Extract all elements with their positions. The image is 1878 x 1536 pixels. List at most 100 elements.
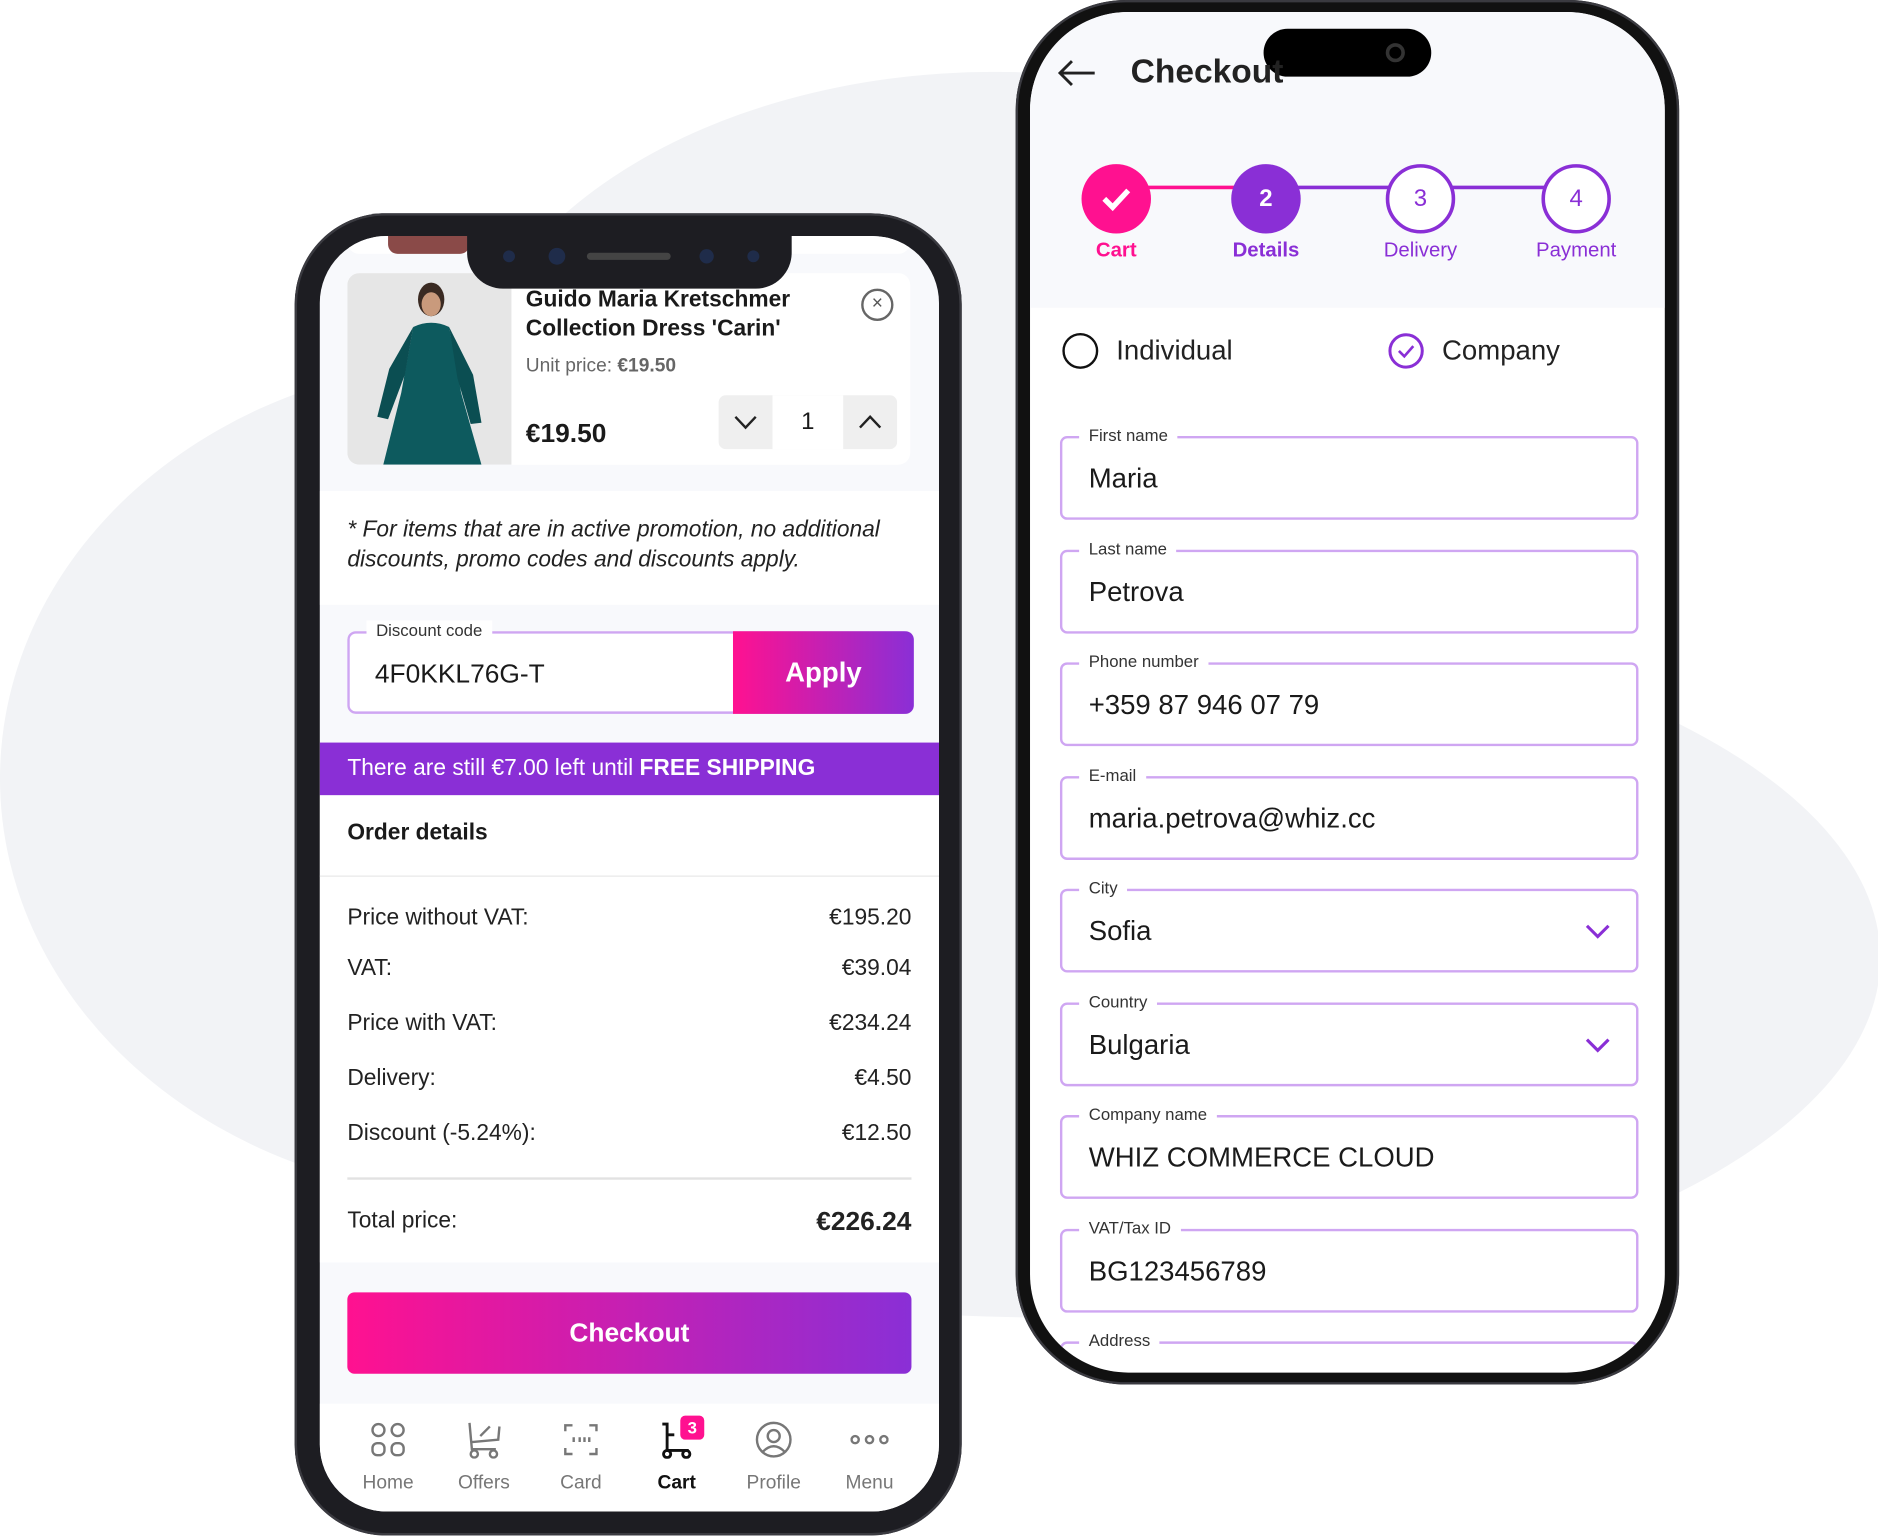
- nav-cart[interactable]: 3 Cart: [629, 1404, 725, 1512]
- phone-notch: [467, 235, 792, 289]
- banner-text: There are still €7.00 left until: [347, 755, 640, 781]
- discount-code-field[interactable]: Discount code 4F0KKL76G-T Apply: [347, 620, 914, 714]
- vat-id-input[interactable]: BG123456789: [1089, 1255, 1267, 1287]
- discount-code-input[interactable]: 4F0KKL76G-T: [375, 659, 545, 690]
- first-name-field[interactable]: First name Maria: [1059, 425, 1639, 520]
- first-name-input[interactable]: Maria: [1089, 462, 1158, 494]
- city-select[interactable]: City Sofia: [1059, 877, 1639, 973]
- nav-menu[interactable]: Menu: [822, 1404, 918, 1512]
- total-row: Total price: €226.24: [347, 1206, 912, 1237]
- order-row: VAT: €39.04: [347, 956, 911, 982]
- total-value: €226.24: [816, 1206, 912, 1237]
- row-label: Delivery:: [347, 1065, 436, 1092]
- checkout-phone: Checkout 2 3 4 Cart Details Delivery Pay…: [1015, 0, 1680, 1385]
- step-label: Details: [1232, 238, 1300, 262]
- country-value[interactable]: Bulgaria: [1089, 1029, 1190, 1061]
- nav-label: Profile: [746, 1473, 801, 1494]
- grid-icon: [371, 1422, 405, 1457]
- apply-button[interactable]: Apply: [732, 631, 914, 714]
- field-label: Country: [1079, 991, 1158, 1011]
- phone-input[interactable]: +359 87 946 07 79: [1089, 689, 1320, 721]
- city-value[interactable]: Sofia: [1089, 915, 1152, 947]
- divider: [347, 1177, 912, 1180]
- company-radio-checked-icon[interactable]: [1387, 332, 1425, 370]
- unit-price-label: Unit price:: [525, 355, 613, 377]
- email-input[interactable]: maria.petrova@whiz.cc: [1089, 802, 1376, 834]
- nav-label: Home: [362, 1473, 414, 1494]
- step-details[interactable]: 2: [1231, 164, 1301, 234]
- individual-label[interactable]: Individual: [1116, 334, 1232, 366]
- cart-item: Guido Maria Kretschmer Collection Dress …: [347, 273, 911, 465]
- field-label: Phone number: [1079, 651, 1209, 671]
- step-payment[interactable]: 4: [1541, 164, 1611, 234]
- individual-radio[interactable]: [1062, 332, 1099, 369]
- order-row: Discount (-5.24%): €12.50: [347, 1121, 911, 1147]
- nav-label: Menu: [845, 1473, 894, 1494]
- step-cart[interactable]: [1081, 164, 1151, 234]
- previous-item-image: [388, 235, 470, 254]
- email-field[interactable]: E-mail maria.petrova@whiz.cc: [1059, 765, 1639, 860]
- cart-badge: 3: [680, 1415, 705, 1440]
- page-title: Checkout: [1130, 52, 1284, 90]
- checkout-screen: Checkout 2 3 4 Cart Details Delivery Pay…: [1030, 11, 1665, 1373]
- discount-code-label: Discount code: [366, 620, 492, 640]
- product-title-line2[interactable]: Collection Dress 'Carin': [526, 316, 781, 342]
- item-price: €19.50: [525, 417, 607, 448]
- unit-price-value: €19.50: [617, 355, 677, 377]
- row-label: Discount (-5.24%):: [347, 1121, 536, 1147]
- dynamic-island: [1263, 28, 1432, 77]
- unit-price: Unit price: €19.50: [526, 356, 676, 378]
- nav-label: Offers: [457, 1473, 510, 1494]
- nav-offers[interactable]: Offers: [436, 1404, 532, 1512]
- product-image[interactable]: [347, 273, 512, 465]
- nav-label: Card: [560, 1473, 602, 1494]
- field-label: Company name: [1079, 1104, 1217, 1124]
- nav-card[interactable]: Card: [533, 1404, 629, 1512]
- field-label: Address: [1079, 1330, 1160, 1350]
- banner-highlight: FREE SHIPPING: [639, 755, 816, 781]
- field-label: First name: [1079, 425, 1178, 445]
- row-label: Price without VAT:: [347, 905, 529, 931]
- cart-screen: Guido Maria Kretschmer Collection Dress …: [319, 235, 939, 1512]
- checkout-button[interactable]: Checkout: [347, 1292, 912, 1374]
- step-label: Delivery: [1383, 238, 1458, 262]
- nav-label: Cart: [657, 1473, 696, 1494]
- country-select[interactable]: Country Bulgaria: [1059, 991, 1639, 1087]
- user-circle-icon: [755, 1421, 792, 1458]
- last-name-field[interactable]: Last name Petrova: [1059, 538, 1639, 634]
- divider: [319, 875, 939, 877]
- back-arrow-icon[interactable]: [1056, 57, 1097, 88]
- promo-note-line: * For items that are in active promotion…: [347, 517, 880, 543]
- row-value: €39.04: [841, 955, 912, 981]
- decrease-quantity-chevron-down-icon[interactable]: [719, 395, 773, 449]
- company-name-input[interactable]: WHIZ COMMERCE CLOUD: [1089, 1141, 1435, 1173]
- quantity-value[interactable]: 1: [772, 395, 844, 450]
- row-value: €4.50: [854, 1065, 912, 1092]
- company-name-field[interactable]: Company name WHIZ COMMERCE CLOUD: [1059, 1104, 1639, 1199]
- quantity-stepper: 1: [718, 395, 898, 450]
- remove-item-close-icon[interactable]: ×: [861, 288, 894, 321]
- increase-quantity-chevron-up-icon[interactable]: [843, 395, 897, 449]
- order-details: Order details Price without VAT: €195.20 …: [319, 795, 939, 1263]
- product-title[interactable]: Guido Maria Kretschmer: [526, 287, 790, 313]
- field-label: E-mail: [1079, 765, 1146, 785]
- chevron-down-icon[interactable]: [1583, 917, 1612, 946]
- more-icon: [850, 1434, 889, 1445]
- address-field[interactable]: Address: [1059, 1330, 1639, 1373]
- last-name-input[interactable]: Petrova: [1089, 576, 1184, 608]
- order-row: Delivery: €4.50: [347, 1066, 911, 1092]
- company-label[interactable]: Company: [1442, 334, 1560, 366]
- vat-id-field[interactable]: VAT/Tax ID BG123456789: [1059, 1218, 1639, 1313]
- row-label: Price with VAT:: [347, 1010, 497, 1037]
- nav-home[interactable]: Home: [340, 1404, 436, 1512]
- promo-note-line: discounts, promo codes and discounts app…: [347, 547, 800, 573]
- order-row: Price with VAT: €234.24: [347, 1011, 911, 1037]
- row-value: €12.50: [841, 1121, 912, 1147]
- promo-note: * For items that are in active promotion…: [319, 491, 939, 605]
- chevron-down-icon[interactable]: [1583, 1031, 1612, 1060]
- nav-profile[interactable]: Profile: [726, 1404, 822, 1512]
- step-label: Cart: [1095, 238, 1137, 262]
- step-delivery[interactable]: 3: [1385, 164, 1456, 234]
- phone-field[interactable]: Phone number +359 87 946 07 79: [1059, 651, 1639, 747]
- order-row: Price without VAT: €195.20: [347, 905, 911, 931]
